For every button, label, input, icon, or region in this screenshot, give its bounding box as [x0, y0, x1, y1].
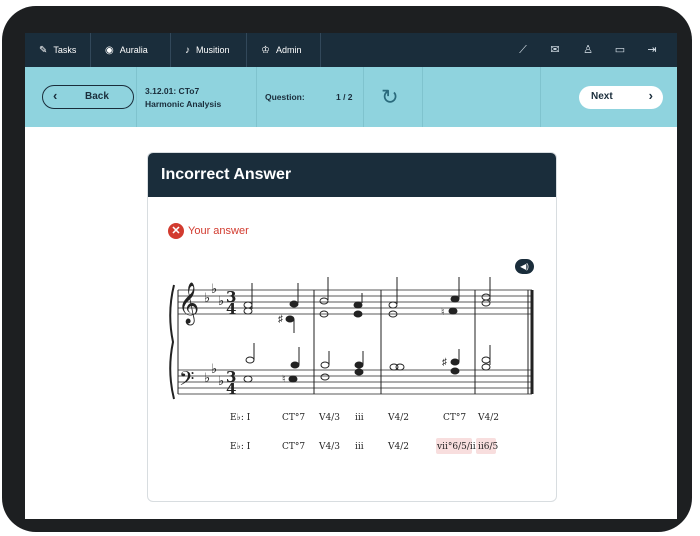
answer-chord-incorrect[interactable]: ii6/5 [478, 442, 499, 452]
chevron-left-icon: ‹ [53, 88, 58, 103]
answer-chord: iii [355, 442, 364, 452]
tablet-frame: ✎ Tasks ◉ Auralia ♪ Musition ♔ Admin ⟋ ✉ ♙ ▭… [2, 6, 692, 532]
top-nav: ✎ Tasks ◉ Auralia ♪ Musition ♔ Admin ⟋ ✉ ♙ ▭… [25, 33, 677, 67]
tab-admin-label: Admin [275, 45, 302, 55]
tab-musition-label: Musition [196, 45, 230, 55]
svg-text:♮: ♮ [282, 374, 286, 385]
svg-text:♭: ♭ [204, 371, 210, 386]
answer-chord: V4/2 [387, 442, 409, 452]
svg-text:♮: ♮ [441, 307, 445, 318]
next-button[interactable]: Next › [579, 86, 663, 109]
svg-text:♭: ♭ [211, 362, 217, 377]
correct-chord: CT°7 [443, 413, 466, 423]
tab-musition[interactable]: ♪ Musition [171, 33, 247, 67]
svg-text:♭: ♭ [211, 282, 217, 297]
mail-icon[interactable]: ✉ [547, 42, 563, 58]
tab-tasks-label: Tasks [53, 45, 77, 55]
question-bar: ‹ Back 3.12.01: CTo7 Harmonic Analysis Q… [25, 67, 677, 127]
back-label: Back [85, 91, 109, 102]
svg-text:♭: ♭ [218, 294, 224, 309]
question-count: 1 / 2 [336, 92, 353, 102]
brace [169, 284, 175, 400]
divider [540, 67, 541, 127]
tab-tasks[interactable]: ✎ Tasks [25, 33, 91, 67]
correct-chord: V4/2 [477, 413, 499, 423]
correct-chord: iii [355, 413, 364, 423]
divider [363, 67, 364, 127]
divider [136, 67, 137, 127]
result-card: Incorrect Answer ✕ Your answer ◀) 𝄞 𝄢 ♭ … [147, 152, 557, 502]
lesson-code: 3.12.01: CTo7 [145, 86, 200, 96]
treble-clef-icon: 𝄞 [178, 282, 199, 325]
edit-icon: ✎ [39, 44, 48, 56]
back-button[interactable]: ‹ Back [42, 85, 134, 109]
musition-icon: ♪ [185, 44, 190, 56]
svg-text:♭: ♭ [204, 291, 210, 306]
key-signature: ♭♭♭ ♭♭♭ [204, 282, 224, 389]
answer-chord: CT°7 [282, 442, 305, 452]
refresh-icon[interactable]: ↻ [381, 85, 399, 110]
key-label: E♭: I [230, 413, 251, 423]
key-label: E♭: I [230, 442, 251, 452]
correct-chord: V4/3 [318, 413, 340, 423]
svg-text:♭: ♭ [218, 374, 224, 389]
svg-text:4: 4 [226, 380, 236, 398]
admin-icon: ♔ [261, 44, 270, 56]
app-screen: ✎ Tasks ◉ Auralia ♪ Musition ♔ Admin ⟋ ✉ ♙ ▭… [25, 33, 677, 519]
correct-chord: CT°7 [282, 413, 305, 423]
svg-text:♯: ♯ [442, 357, 447, 368]
answer-chord: V4/3 [318, 442, 340, 452]
display-icon[interactable]: ▭ [612, 42, 628, 58]
divider [422, 67, 423, 127]
tab-auralia[interactable]: ◉ Auralia [91, 33, 171, 67]
svg-text:4: 4 [226, 300, 236, 318]
music-score: 𝄞 𝄢 ♭♭♭ ♭♭♭ 34 34 ♯ ♮ ♮ ♯ E♭: I CT°7 V4/… [169, 277, 534, 454]
chart-icon[interactable]: ⟋ [515, 42, 531, 58]
answer-chord-incorrect[interactable]: vii°6/5/ii [436, 442, 476, 452]
chevron-right-icon: › [648, 88, 653, 103]
lesson-title: Harmonic Analysis [145, 99, 222, 109]
notes: ♯ ♮ ♮ ♯ [243, 277, 491, 385]
divider [256, 67, 257, 127]
user-icon[interactable]: ♙ [580, 42, 596, 58]
correct-chord: V4/2 [387, 413, 409, 423]
next-label: Next [591, 91, 613, 102]
auralia-icon: ◉ [105, 44, 114, 56]
time-signature: 34 34 [226, 288, 236, 398]
tab-auralia-label: Auralia [119, 45, 148, 55]
tab-admin[interactable]: ♔ Admin [247, 33, 321, 67]
svg-text:♯: ♯ [278, 314, 283, 325]
question-label: Question: [265, 92, 305, 102]
bass-clef-icon: 𝄢 [179, 367, 194, 395]
lesson-info: 3.12.01: CTo7 Harmonic Analysis [145, 85, 221, 111]
logout-icon[interactable]: ⇥ [644, 42, 660, 58]
